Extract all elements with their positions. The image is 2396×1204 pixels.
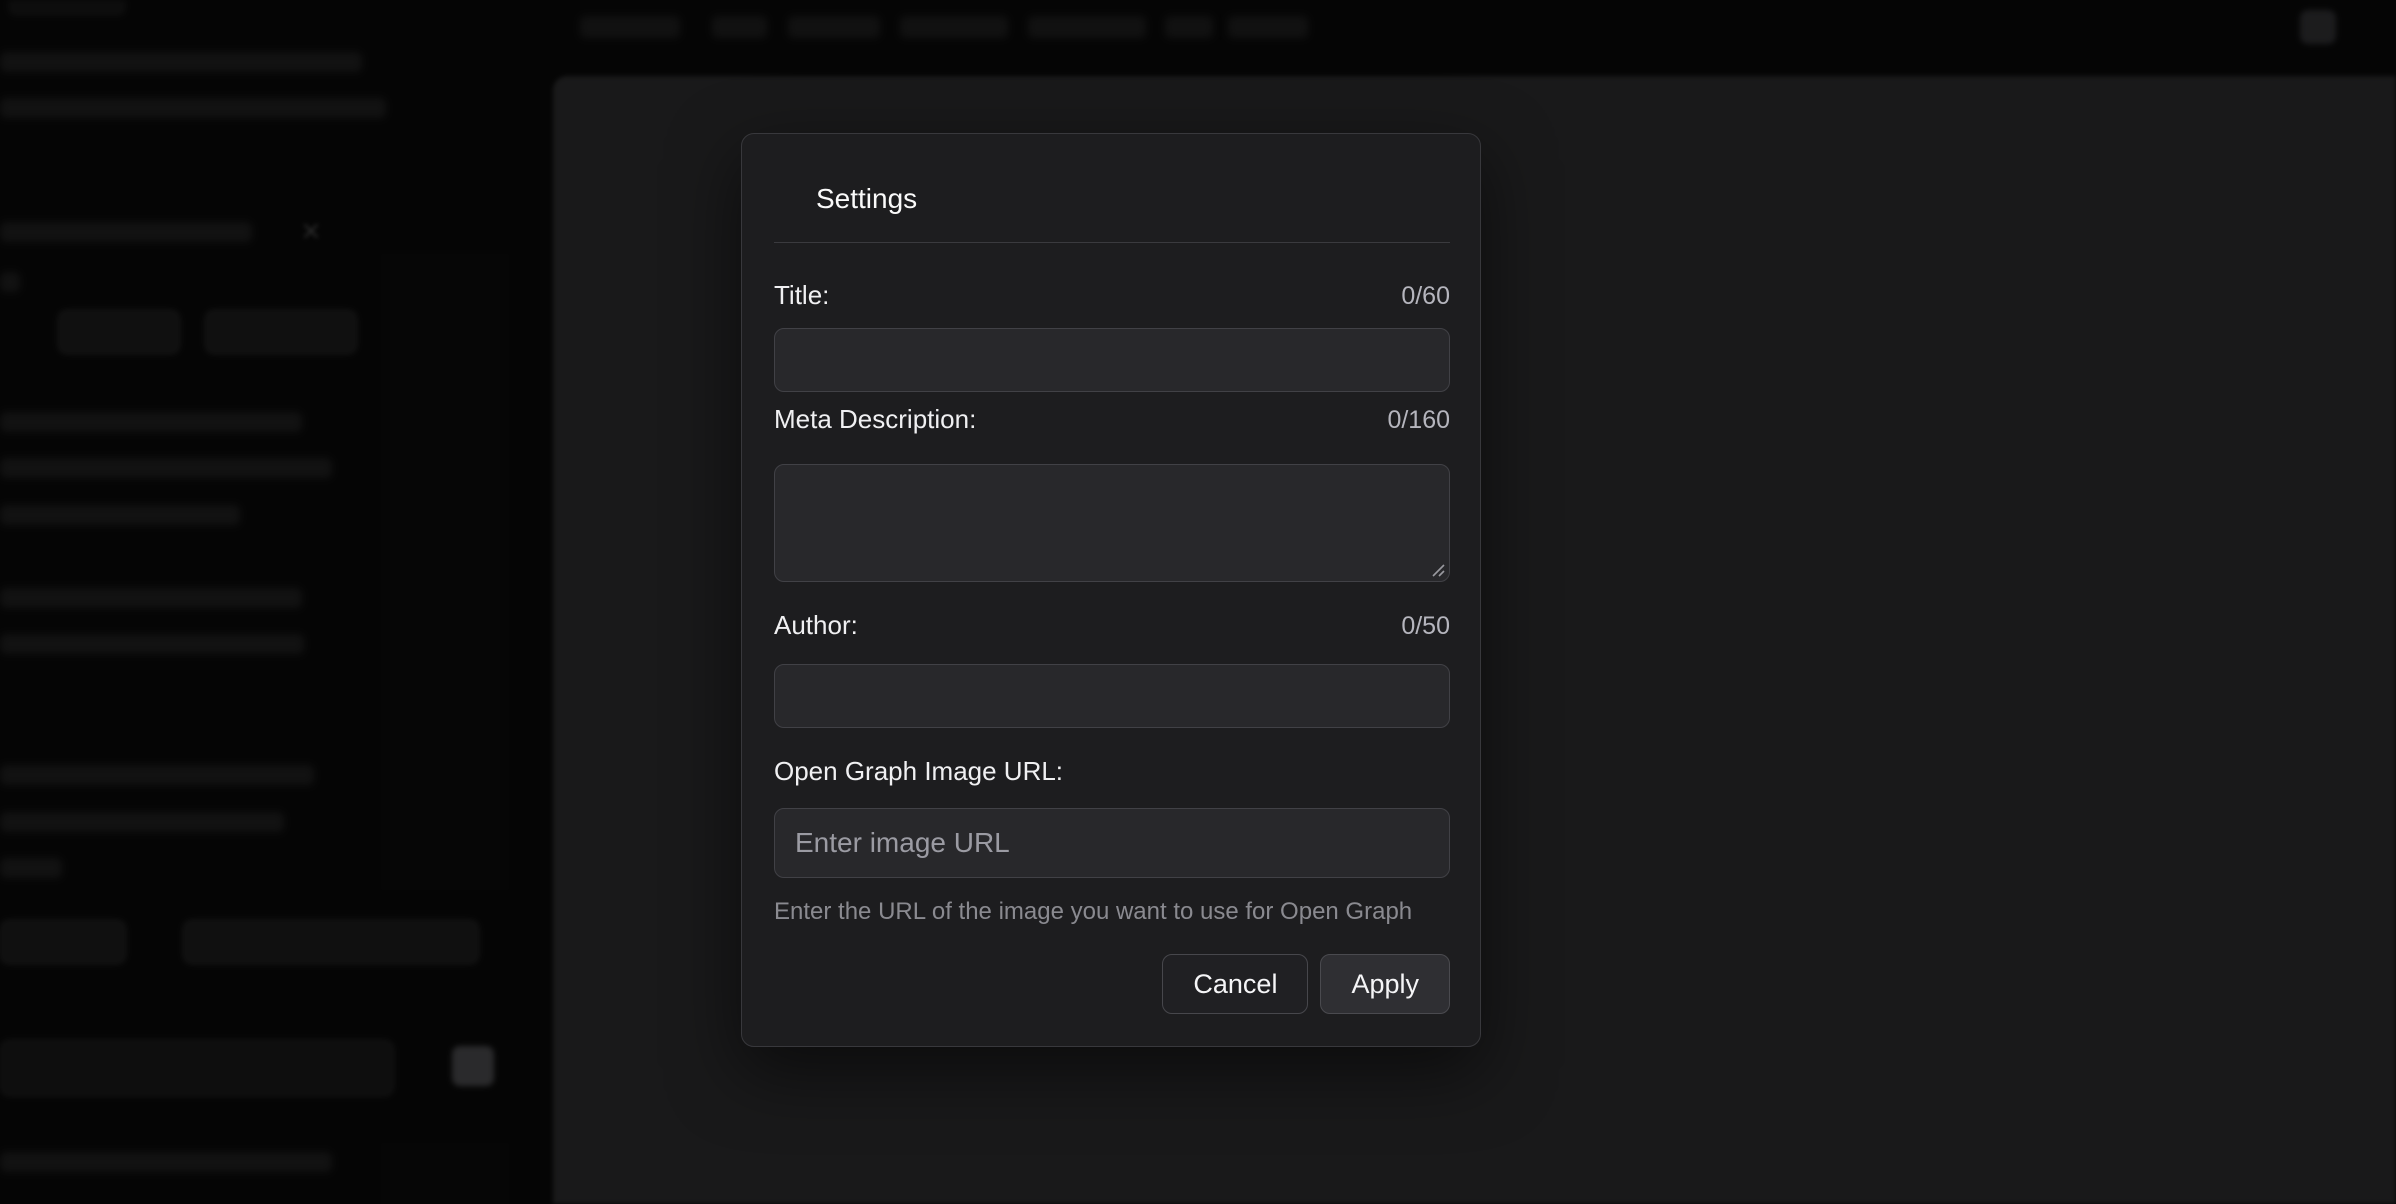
author-input[interactable] (774, 664, 1450, 728)
meta-description-wrap (774, 464, 1450, 582)
meta-description-textarea[interactable] (774, 464, 1450, 582)
settings-dialog: Settings Title: 0/60 Meta Description: 0… (741, 133, 1481, 1047)
divider (774, 242, 1450, 243)
author-field-row: Author: 0/50 (774, 610, 1450, 641)
author-counter: 0/50 (1401, 612, 1450, 641)
title-counter: 0/60 (1401, 282, 1450, 311)
og-image-url-input[interactable] (774, 808, 1450, 878)
og-image-field-row: Open Graph Image URL: (774, 756, 1450, 787)
dialog-title: Settings (816, 182, 917, 216)
og-image-helper-text: Enter the URL of the image you want to u… (774, 898, 1450, 926)
apply-button[interactable]: Apply (1320, 954, 1450, 1014)
app-window: Settings Title: 0/60 Meta Description: 0… (0, 0, 2396, 1204)
og-image-label: Open Graph Image URL: (774, 756, 1063, 787)
title-label: Title: (774, 280, 829, 311)
meta-description-counter: 0/160 (1387, 406, 1450, 435)
cancel-button[interactable]: Cancel (1162, 954, 1308, 1014)
meta-description-field-row: Meta Description: 0/160 (774, 404, 1450, 435)
title-input[interactable] (774, 328, 1450, 392)
dialog-actions: Cancel Apply (774, 954, 1450, 1014)
author-label: Author: (774, 610, 858, 641)
title-field-row: Title: 0/60 (774, 280, 1450, 311)
meta-description-label: Meta Description: (774, 404, 976, 435)
